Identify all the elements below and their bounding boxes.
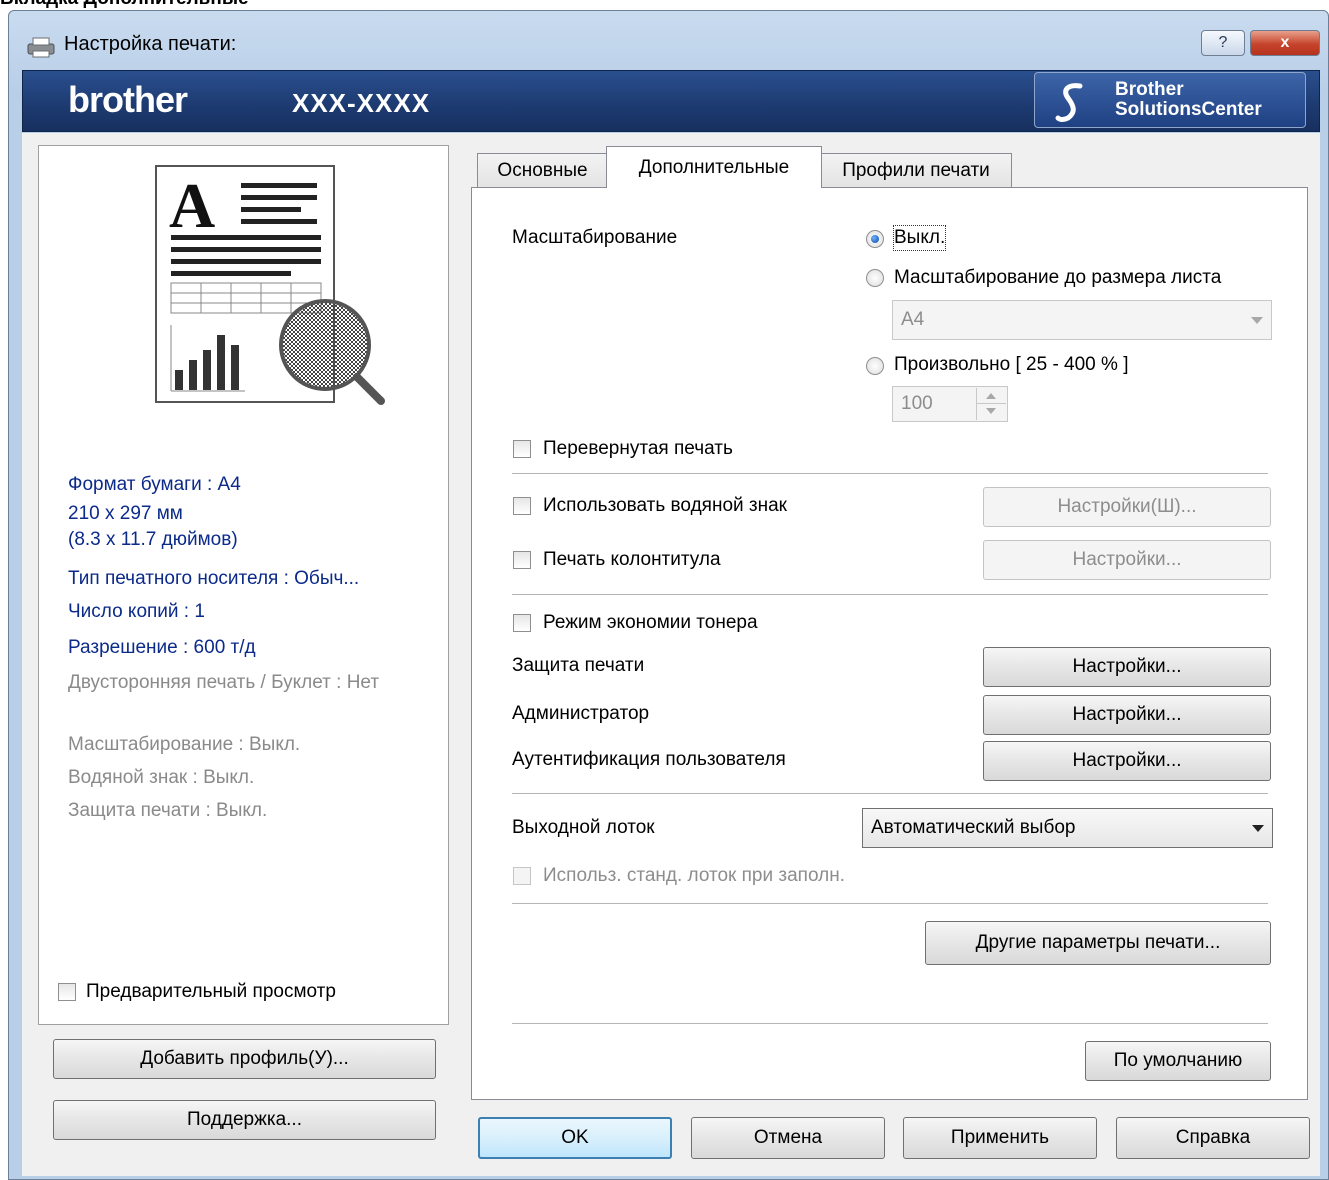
summary-paper-size-mm: 210 x 297 мм xyxy=(68,503,183,524)
secure-print-label: Защита печати xyxy=(512,655,645,676)
tab-basic[interactable]: Основные xyxy=(477,153,608,188)
output-tray-label: Выходной лоток xyxy=(512,817,655,838)
header-footer-label: Печать колонтитула xyxy=(543,549,721,570)
watermark-label: Использовать водяной знак xyxy=(543,495,787,516)
tab-advanced[interactable]: Дополнительные xyxy=(606,146,822,188)
ok-button[interactable]: OK xyxy=(478,1117,672,1159)
administrator-label: Администратор xyxy=(512,703,650,724)
summary-media-type: Тип печатного носителя : Обыч... xyxy=(68,568,360,589)
tab-print-profiles[interactable]: Профили печати xyxy=(820,153,1012,188)
free-scaling-spinner[interactable] xyxy=(976,388,1006,420)
user-auth-settings-button[interactable]: Настройки... xyxy=(983,741,1271,781)
scaling-off-label: Выкл. xyxy=(892,225,947,251)
print-preview-checkbox[interactable] xyxy=(58,983,76,1001)
add-profile-button[interactable]: Добавить профиль(У)... xyxy=(53,1039,436,1079)
scaling-off-radio[interactable] xyxy=(866,230,884,248)
solutions-label-line1: Brother xyxy=(1115,79,1184,100)
summary-resolution: Разрешение : 600 т/д xyxy=(68,637,256,658)
toner-save-label: Режим экономии тонера xyxy=(543,612,758,633)
cancel-button[interactable]: Отмена xyxy=(691,1117,885,1159)
separator xyxy=(512,793,1268,794)
fit-to-paper-label: Масштабирование до размера листа xyxy=(894,267,1222,288)
solutions-center-icon xyxy=(1055,83,1083,122)
separator xyxy=(512,903,1268,904)
header-footer-settings-button[interactable]: Настройки... xyxy=(983,540,1271,580)
separator xyxy=(512,1023,1268,1024)
free-scaling-value: 100 xyxy=(901,393,933,414)
document-preview-icon: A xyxy=(155,165,385,405)
user-auth-label: Аутентификация пользователя xyxy=(512,749,786,770)
spin-down-icon[interactable] xyxy=(986,408,996,414)
window-title: Настройка печати: xyxy=(64,33,237,55)
separator xyxy=(512,594,1268,595)
close-button[interactable]: x xyxy=(1250,30,1320,56)
secure-print-settings-button[interactable]: Настройки... xyxy=(983,647,1271,687)
reverse-print-checkbox[interactable] xyxy=(513,440,531,458)
close-icon: x xyxy=(1280,34,1290,51)
brother-logo: brother xyxy=(68,79,188,120)
output-tray-select[interactable]: Автоматический выбор xyxy=(862,808,1273,848)
svg-text:A: A xyxy=(169,170,215,241)
reverse-print-label: Перевернутая печать xyxy=(543,438,733,459)
administrator-settings-button[interactable]: Настройки... xyxy=(983,695,1271,735)
toner-save-checkbox[interactable] xyxy=(513,614,531,632)
header-footer-checkbox[interactable] xyxy=(513,551,531,569)
page-caption: Вкладка Дополнительные xyxy=(0,0,249,10)
spin-up-icon[interactable] xyxy=(986,393,996,399)
support-button[interactable]: Поддержка... xyxy=(53,1100,436,1140)
scaling-label: Масштабирование xyxy=(512,227,678,248)
summary-duplex: Двусторонняя печать / Буклет : Нет xyxy=(68,672,380,693)
apply-button[interactable]: Применить xyxy=(903,1117,1097,1159)
watermark-checkbox[interactable] xyxy=(513,497,531,515)
help-caption-button[interactable]: ? xyxy=(1201,30,1245,56)
use-std-tray-label: Использ. станд. лоток при заполн. xyxy=(543,865,845,886)
output-tray-value: Автоматический выбор xyxy=(871,817,1076,838)
fit-paper-size-select[interactable]: A4 xyxy=(892,300,1272,340)
printer-model: XXX-XXXX xyxy=(292,88,431,118)
chevron-down-icon xyxy=(1251,317,1263,324)
free-scaling-radio[interactable] xyxy=(866,357,884,375)
summary-scaling: Масштабирование : Выкл. xyxy=(68,734,301,755)
separator xyxy=(512,473,1268,474)
use-std-tray-checkbox[interactable] xyxy=(513,867,531,885)
printer-icon xyxy=(27,37,55,58)
summary-watermark: Водяной знак : Выкл. xyxy=(68,767,255,788)
fit-paper-size-value: A4 xyxy=(901,309,925,330)
help-button[interactable]: Справка xyxy=(1116,1117,1310,1159)
solutions-label-line2: SolutionsCenter xyxy=(1115,99,1262,120)
default-button[interactable]: По умолчанию xyxy=(1085,1041,1271,1081)
other-print-options-button[interactable]: Другие параметры печати... xyxy=(925,921,1271,965)
question-icon: ? xyxy=(1218,34,1228,51)
spinner-divider xyxy=(977,403,1006,404)
summary-paper-size-in: (8.3 x 11.7 дюймов) xyxy=(68,529,238,550)
print-preview-label: Предварительный просмотр xyxy=(86,981,336,1002)
fit-to-paper-radio[interactable] xyxy=(866,269,884,287)
summary-secure-print: Защита печати : Выкл. xyxy=(68,800,268,821)
free-scaling-label: Произвольно [ 25 - 400 % ] xyxy=(894,354,1129,375)
watermark-settings-button[interactable]: Настройки(Ш)... xyxy=(983,487,1271,527)
summary-copies: Число копий : 1 xyxy=(68,601,205,622)
summary-paper-format: Формат бумаги : A4 xyxy=(68,474,241,495)
chevron-down-icon xyxy=(1252,825,1264,832)
